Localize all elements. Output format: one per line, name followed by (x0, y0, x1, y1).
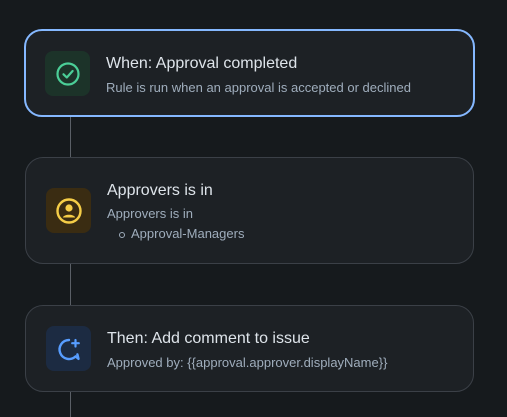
action-card[interactable]: Then: Add comment to issue Approved by: … (25, 305, 474, 392)
check-circle-icon (55, 61, 80, 86)
action-icon-box (46, 326, 91, 371)
condition-card[interactable]: Approvers is in Approvers is in Approval… (25, 157, 474, 264)
condition-description: Approvers is in (107, 206, 193, 221)
user-circle-icon (55, 197, 82, 224)
flow-connector (70, 116, 71, 157)
trigger-title: When: Approval completed (106, 55, 298, 72)
condition-title: Approvers is in (107, 182, 213, 199)
trigger-description: Rule is run when an approval is accepted… (106, 80, 411, 95)
rule-flow-canvas: When: Approval completed Rule is run whe… (0, 0, 507, 417)
action-description: Approved by: {{approval.approver.display… (107, 355, 388, 370)
flow-connector (70, 391, 71, 417)
trigger-card[interactable]: When: Approval completed Rule is run whe… (24, 29, 475, 117)
add-comment-icon (57, 338, 80, 360)
condition-value-item: Approval-Managers (131, 226, 245, 241)
flow-connector (70, 263, 71, 305)
trigger-icon-box (45, 51, 90, 96)
condition-icon-box (46, 188, 91, 233)
list-bullet (119, 232, 125, 238)
action-title: Then: Add comment to issue (107, 330, 310, 347)
